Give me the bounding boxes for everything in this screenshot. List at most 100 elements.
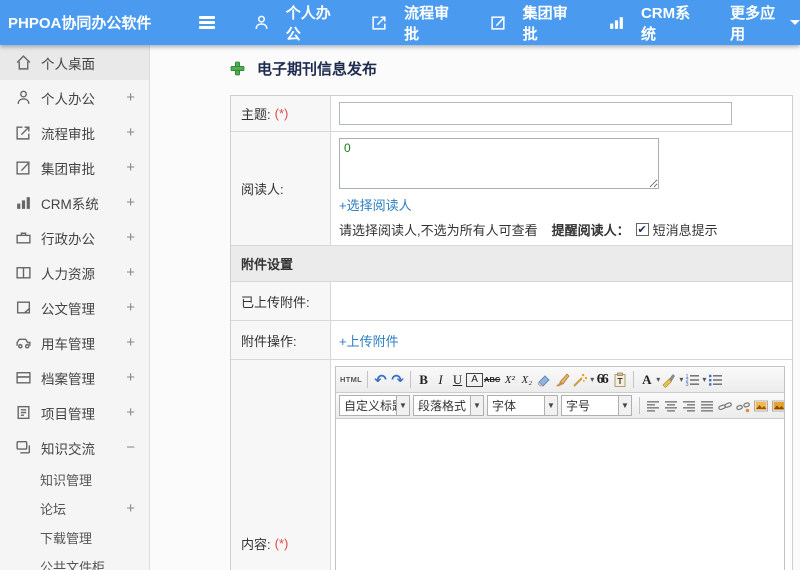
content-label: 内容: (*) [231, 360, 331, 570]
uploaded-value [331, 282, 792, 320]
sidebar-item-label: 个人桌面 [41, 56, 95, 72]
ordered-list-icon[interactable]: 123 [683, 370, 701, 390]
paste-text-icon[interactable] [611, 370, 629, 390]
nav-item-personal-office[interactable]: 个人办公 [253, 2, 337, 44]
nav-item-crm[interactable]: CRM系统 [608, 2, 696, 44]
sidebar-item-admin-office[interactable]: 行政办公 + [0, 220, 149, 255]
sidebar-item-knowledge-exchange[interactable]: 知识交流 − [0, 430, 149, 465]
sidebar-item-archive-mgmt[interactable]: 档案管理 + [0, 360, 149, 395]
expand-toggle[interactable]: + [126, 264, 135, 281]
subscript-button[interactable]: X₂ [518, 370, 535, 390]
expand-toggle[interactable]: + [126, 124, 135, 141]
sidebar-item-label: CRM系统 [41, 196, 99, 212]
nav-item-label: 更多应用 [730, 4, 776, 43]
editor-content-area[interactable] [336, 419, 784, 570]
nav-item-workflow-approval[interactable]: 流程审批 [371, 2, 455, 44]
uploaded-label: 已上传附件: [231, 282, 331, 320]
nav-item-group-approval[interactable]: 集团审批 [490, 2, 574, 44]
readers-textarea[interactable]: 0 [339, 138, 659, 189]
required-mark: (*) [274, 106, 289, 121]
italic-button[interactable]: I [432, 370, 449, 390]
font-border-button[interactable]: A [466, 372, 484, 387]
expand-toggle[interactable]: + [126, 229, 135, 246]
page-title: 电子期刊信息发布 [230, 58, 800, 79]
page-title-text: 电子期刊信息发布 [257, 61, 378, 78]
app-window: PHPOA协同办公软件 个人办公 流程审批 集团审批 CRM系统 更多应用 个人… [0, 0, 800, 570]
sidebar-item-crm[interactable]: CRM系统 + [0, 185, 149, 220]
hamburger-menu-icon[interactable] [198, 14, 215, 32]
expand-toggle[interactable]: + [126, 159, 135, 176]
font-color-button[interactable]: A [638, 370, 655, 390]
expand-toggle[interactable]: + [126, 299, 135, 316]
expand-toggle[interactable]: + [126, 89, 135, 106]
sidebar-subitem-forum[interactable]: 论坛 + [0, 494, 149, 523]
redo-button[interactable]: ↷ [389, 370, 406, 390]
expand-toggle[interactable]: + [126, 194, 135, 211]
font-family-select[interactable]: 字体 ▼ [487, 395, 558, 416]
remind-readers-label: 提醒阅读人： [551, 223, 630, 238]
upload-attachment-link[interactable]: +上传附件 [339, 331, 399, 350]
sidebar-item-workflow-approval[interactable]: 流程审批 + [0, 115, 149, 150]
bold-button[interactable]: B [415, 370, 432, 390]
image-icon[interactable] [752, 396, 770, 416]
collapse-toggle[interactable]: − [126, 439, 135, 456]
custom-heading-select[interactable]: 自定义标题▼ [339, 395, 410, 416]
sidebar-item-label: 项目管理 [41, 406, 95, 422]
magic-wand-icon[interactable] [571, 370, 589, 390]
sidebar-item-project-mgmt[interactable]: 项目管理 + [0, 395, 149, 430]
sidebar-item-label: 档案管理 [41, 371, 95, 387]
unordered-list-icon[interactable] [706, 370, 724, 390]
sms-checkbox[interactable]: ✔ [635, 223, 649, 236]
expand-toggle[interactable]: + [126, 500, 135, 517]
align-center-icon[interactable] [662, 396, 680, 416]
sidebar-item-group-approval[interactable]: 集团审批 + [0, 150, 149, 185]
align-left-icon[interactable] [644, 396, 662, 416]
readers-row: 阅读人: 0 +选择阅读人 请选择阅读人,不选为所有人可查看 提醒阅读人： ✔ … [231, 132, 792, 246]
unlink-icon[interactable] [734, 396, 752, 416]
sidebar-item-hr[interactable]: 人力资源 + [0, 255, 149, 290]
nav-item-label: CRM系统 [640, 4, 691, 43]
paragraph-format-select[interactable]: 段落格式 ▼ [413, 395, 484, 416]
sidebar-item-label: 行政办公 [41, 231, 95, 247]
caret-down-icon: ▼ [396, 396, 409, 415]
edit-icon [490, 14, 507, 31]
actions-label: 附件操作: [231, 321, 331, 359]
sidebar-item-document-mgmt[interactable]: 公文管理 + [0, 290, 149, 325]
font-size-select[interactable]: 字号 ▼ [561, 395, 632, 416]
nav-item-label: 流程审批 [404, 4, 450, 43]
align-justify-icon[interactable] [698, 396, 716, 416]
subject-input[interactable] [339, 102, 732, 125]
main-content: 电子期刊信息发布 主题: (*) 阅读人: 0 +选择阅读人 请选择阅读人,不选… [150, 45, 800, 570]
superscript-button[interactable]: X² [501, 370, 518, 390]
undo-button[interactable]: ↶ [372, 370, 389, 390]
format-painter-icon[interactable] [553, 370, 571, 390]
expand-toggle[interactable]: + [126, 404, 135, 421]
nav-item-more-apps[interactable]: 更多应用 [730, 2, 800, 44]
eraser-icon[interactable] [535, 370, 553, 390]
sidebar-item-vehicle-mgmt[interactable]: 用车管理 + [0, 325, 149, 360]
media-icon[interactable] [770, 396, 784, 416]
underline-button[interactable]: U [449, 370, 466, 390]
svg-text:3: 3 [686, 382, 689, 388]
sidebar-item-desktop[interactable]: 个人桌面 [0, 45, 149, 80]
editor-toolbar-row1: HTML ↶ ↷ B I U A ABC X² X₂ ▾ 66 A ▾ ▾ 1 … [336, 367, 784, 393]
sidebar-subitem-public-cabinet[interactable]: 公共文件柜 [0, 552, 149, 570]
expand-toggle[interactable]: + [126, 369, 135, 386]
link-icon[interactable] [716, 396, 734, 416]
briefcase-icon [15, 229, 32, 246]
sms-label: 短消息提示 [652, 223, 718, 238]
sidebar-item-personal-office[interactable]: 个人办公 + [0, 80, 149, 115]
select-readers-link[interactable]: +选择阅读人 [339, 195, 412, 214]
align-right-icon[interactable] [680, 396, 698, 416]
attachments-section-title: 附件设置 [231, 246, 792, 281]
strikethrough-button[interactable]: ABC [483, 370, 501, 390]
quote-button[interactable]: 66 [594, 370, 611, 390]
expand-toggle[interactable]: + [126, 334, 135, 351]
user-icon [15, 89, 32, 106]
caret-down-icon [790, 20, 800, 30]
sidebar-subitem-knowledge-mgmt[interactable]: 知识管理 [0, 465, 149, 494]
sidebar-subitem-download-mgmt[interactable]: 下载管理 [0, 523, 149, 552]
source-button[interactable]: HTML [339, 370, 363, 390]
nav-item-label: 集团审批 [522, 4, 568, 43]
highlight-icon[interactable] [660, 370, 678, 390]
